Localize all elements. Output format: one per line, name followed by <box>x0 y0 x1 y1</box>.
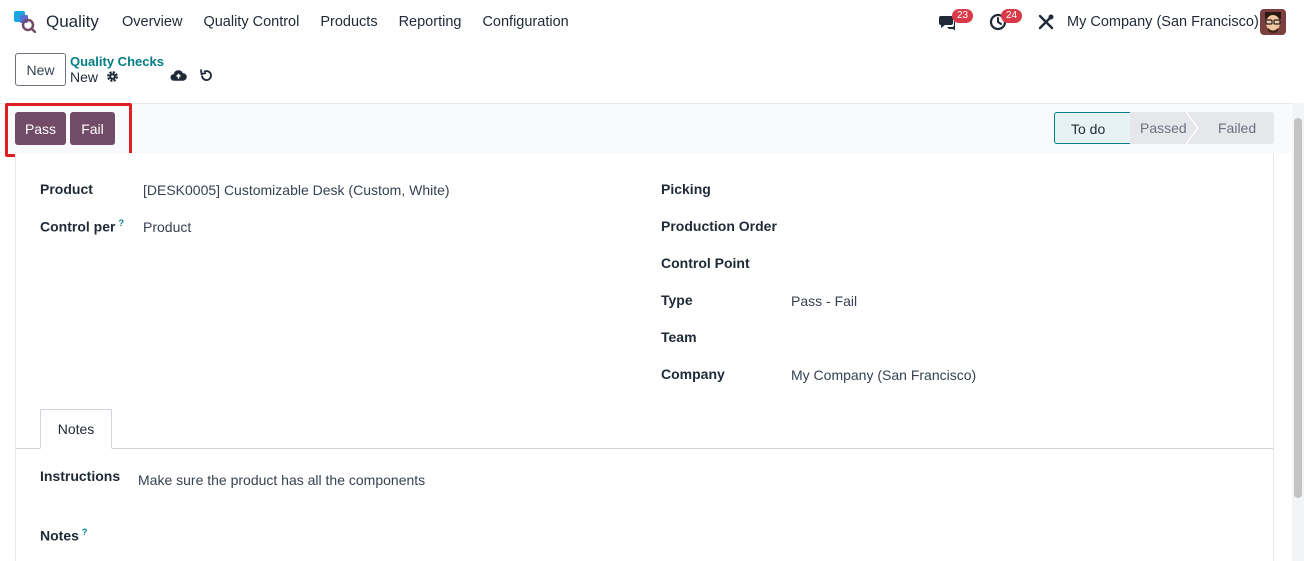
instructions-field[interactable]: Make sure the product has all the compon… <box>138 472 425 488</box>
product-field[interactable]: [DESK0005] Customizable Desk (Custom, Wh… <box>143 182 450 198</box>
help-tooltip-icon[interactable]: ? <box>118 218 124 228</box>
menu-item-products[interactable]: Products <box>320 14 377 30</box>
app-name[interactable]: Quality <box>46 12 99 32</box>
notes-label: Notes? <box>40 527 88 544</box>
type-field[interactable]: Pass - Fail <box>791 293 857 309</box>
undo-icon[interactable] <box>199 68 214 83</box>
help-tooltip-icon[interactable]: ? <box>82 527 88 537</box>
team-label: Team <box>661 329 697 345</box>
company-field[interactable]: My Company (San Francisco) <box>791 367 976 383</box>
scrollbar-thumb[interactable] <box>1294 118 1302 498</box>
gear-icon[interactable] <box>106 70 119 83</box>
chat-badge: 23 <box>952 9 974 23</box>
company-switcher[interactable]: My Company (San Francisco) <box>1067 14 1259 30</box>
company-label: Company <box>661 366 725 382</box>
menu-item-overview[interactable]: Overview <box>122 14 182 30</box>
top-navbar: Quality Overview Quality Control Product… <box>0 0 1304 44</box>
production-order-label: Production Order <box>661 218 777 234</box>
tab-notes[interactable]: Notes <box>40 409 112 449</box>
quality-app-icon[interactable] <box>14 11 36 33</box>
main-menu: Overview Quality Control Products Report… <box>122 14 590 30</box>
highlight-annotation <box>5 103 132 157</box>
activity-badge: 24 <box>1001 9 1023 23</box>
record-name: New <box>70 69 99 85</box>
menu-item-configuration[interactable]: Configuration <box>482 14 568 30</box>
control-point-label: Control Point <box>661 255 750 271</box>
tools-icon[interactable] <box>1037 13 1055 31</box>
breadcrumb-quality-checks[interactable]: Quality Checks <box>70 54 164 69</box>
instructions-label: Instructions <box>40 468 121 484</box>
stage-failed[interactable]: Failed <box>1206 112 1274 144</box>
stage-to-do[interactable]: To do <box>1054 112 1130 144</box>
tabs-divider <box>16 448 1273 449</box>
control-per-label: Control per? <box>40 218 124 235</box>
new-button[interactable]: New <box>15 53 66 86</box>
menu-item-reporting[interactable]: Reporting <box>399 14 462 30</box>
form-sheet <box>15 153 1274 561</box>
stage-chevron-icon <box>1186 112 1199 144</box>
cloud-upload-icon[interactable] <box>170 68 187 83</box>
product-label: Product <box>40 181 93 197</box>
menu-item-quality-control[interactable]: Quality Control <box>203 14 299 30</box>
user-avatar-icon[interactable] <box>1260 9 1286 35</box>
type-label: Type <box>661 292 693 308</box>
picking-label: Picking <box>661 181 711 197</box>
control-per-field[interactable]: Product <box>143 219 191 235</box>
